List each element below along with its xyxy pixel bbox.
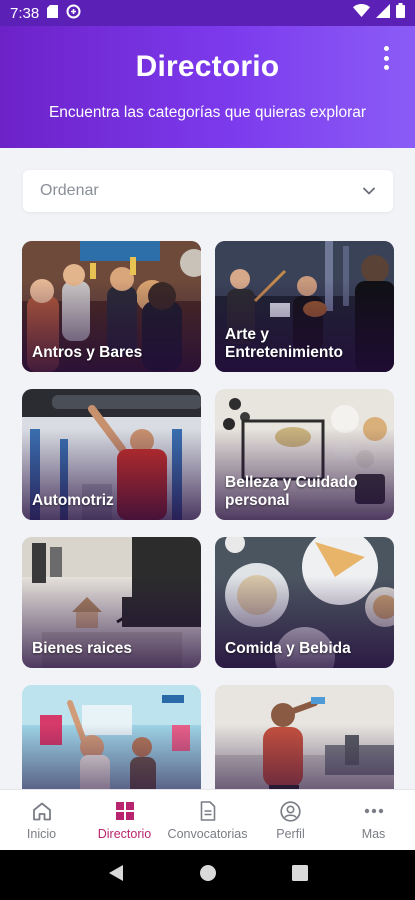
page-subtitle: Encuentra las categorías que quieras exp… <box>48 104 367 121</box>
status-bar: 7:38 <box>0 0 415 26</box>
category-label: Antros y Bares <box>32 344 143 361</box>
document-icon <box>200 800 216 822</box>
nav-label: Mas <box>361 827 386 841</box>
category-card-bienes-raices[interactable]: Bienes raices <box>22 537 201 668</box>
category-label: Comida y Bebida <box>225 640 351 657</box>
category-label: Automotriz <box>32 492 114 509</box>
data-saver-icon <box>66 4 81 23</box>
category-label: Belleza y Cuidado personal <box>225 474 358 509</box>
nav-label: Perfil <box>276 827 305 841</box>
more-options-icon[interactable] <box>379 46 393 70</box>
category-card-deportes[interactable] <box>215 685 394 789</box>
header: Directorio Encuentra las categorías que … <box>0 26 415 148</box>
sort-dropdown[interactable]: Ordenar <box>23 170 393 212</box>
category-label: Arte y Entretenimiento <box>225 326 343 361</box>
home-icon <box>32 800 52 822</box>
recents-icon[interactable] <box>291 864 308 886</box>
nav-item-convocatorias[interactable]: Convocatorias <box>166 790 249 850</box>
category-card-arte-y-entretenimiento[interactable]: Arte y Entretenimiento <box>215 241 394 372</box>
nav-item-directorio[interactable]: Directorio <box>83 790 166 850</box>
bottom-nav: Inicio Directorio Convocatorias Perfil M… <box>0 789 415 850</box>
category-label: Bienes raices <box>32 640 132 657</box>
more-icon <box>364 800 384 822</box>
nav-item-mas[interactable]: Mas <box>332 790 415 850</box>
profile-icon <box>280 800 301 822</box>
category-card-antros-y-bares[interactable]: Antros y Bares <box>22 241 201 372</box>
home-button-icon[interactable] <box>199 864 217 887</box>
grid-icon <box>115 800 135 822</box>
battery-icon <box>396 3 405 23</box>
wifi-icon <box>353 4 370 22</box>
system-nav-bar <box>0 850 415 900</box>
category-card-belleza-y-cuidado-personal[interactable]: Belleza y Cuidado personal <box>215 389 394 520</box>
nav-label: Directorio <box>97 827 152 841</box>
nav-label: Inicio <box>26 827 57 841</box>
chevron-down-icon <box>363 182 375 200</box>
sd-card-icon <box>47 4 59 22</box>
status-time: 7:38 <box>10 4 40 22</box>
signal-icon <box>376 3 390 23</box>
category-grid: Antros y Bares Arte y Entretenimiento Au… <box>22 241 394 789</box>
back-icon[interactable] <box>108 864 124 887</box>
page-title: Directorio <box>135 50 280 83</box>
nav-label: Convocatorias <box>167 827 248 841</box>
nav-item-inicio[interactable]: Inicio <box>0 790 83 850</box>
sort-label: Ordenar <box>40 182 99 199</box>
nav-item-perfil[interactable]: Perfil <box>249 790 332 850</box>
category-card-shopping[interactable] <box>22 685 201 789</box>
category-card-comida-y-bebida[interactable]: Comida y Bebida <box>215 537 394 668</box>
category-card-automotriz[interactable]: Automotriz <box>22 389 201 520</box>
